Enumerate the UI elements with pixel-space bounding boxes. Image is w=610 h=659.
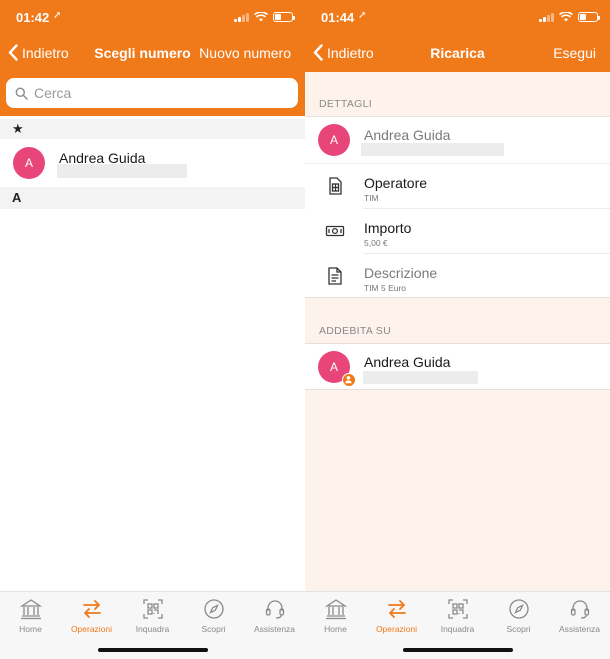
compass-icon bbox=[203, 599, 224, 619]
banknote-icon bbox=[325, 225, 345, 237]
document-icon bbox=[328, 267, 342, 285]
tab-scopri[interactable]: Scopri bbox=[488, 598, 549, 634]
recipient-name: Andrea Guida bbox=[364, 127, 451, 143]
bank-icon bbox=[324, 599, 347, 620]
person-icon bbox=[345, 376, 352, 384]
search-input[interactable] bbox=[34, 85, 264, 101]
chevron-left-icon bbox=[313, 44, 323, 61]
tab-label: Scopri bbox=[506, 624, 531, 634]
back-label: Indietro bbox=[22, 44, 69, 61]
status-indicators bbox=[234, 12, 295, 22]
location-arrow-icon: ➚ bbox=[53, 10, 62, 21]
tab-label: Operazioni bbox=[375, 624, 418, 634]
details-section-label: DETTAGLI bbox=[319, 98, 372, 110]
tab-inquadra[interactable]: Inquadra bbox=[122, 598, 183, 634]
wifi-icon bbox=[254, 12, 268, 22]
headset-icon bbox=[265, 600, 284, 619]
tab-scopri[interactable]: Scopri bbox=[183, 598, 244, 634]
operator-value: TIM bbox=[364, 193, 379, 203]
amount-title: Importo bbox=[364, 220, 412, 236]
back-button[interactable]: Indietro bbox=[8, 44, 69, 61]
tab-operazioni[interactable]: Operazioni bbox=[61, 598, 122, 634]
chevron-left-icon bbox=[8, 44, 18, 61]
nav-bar: Indietro Ricarica Esegui bbox=[305, 36, 610, 72]
redacted-phone-number bbox=[57, 164, 187, 178]
execute-button[interactable]: Esegui bbox=[553, 45, 596, 61]
qr-scan-icon bbox=[447, 599, 468, 619]
compass-icon bbox=[508, 599, 529, 619]
status-time: 01:44 bbox=[321, 10, 355, 25]
person-badge bbox=[342, 373, 356, 387]
tab-label: Operazioni bbox=[70, 624, 113, 634]
amount-value: 5,00 € bbox=[364, 238, 388, 248]
tab-label: Inquadra bbox=[440, 624, 475, 634]
recipient-row[interactable]: A Andrea Guida bbox=[305, 117, 610, 164]
status-bar: 01:42 ➚ bbox=[0, 0, 305, 36]
redacted-phone-number bbox=[361, 143, 504, 156]
transfer-arrows-icon bbox=[82, 600, 101, 618]
contact-picker-screen: 01:42 ➚ Indietro Scegli numero Nuovo num… bbox=[0, 0, 305, 659]
tab-home[interactable]: Home bbox=[0, 598, 61, 634]
search-icon bbox=[15, 87, 28, 100]
new-number-button[interactable]: Nuovo numero bbox=[199, 45, 291, 61]
wifi-icon bbox=[559, 12, 573, 22]
charge-account-list: A Andrea Guida bbox=[305, 343, 610, 390]
battery-icon bbox=[273, 12, 295, 22]
top-up-screen: 01:44 ➚ Indietro Ricarica Esegui DETTAGL… bbox=[305, 0, 610, 659]
search-field[interactable] bbox=[6, 78, 298, 108]
operator-title: Operatore bbox=[364, 175, 428, 191]
operator-row[interactable]: Operatore TIM bbox=[305, 164, 610, 209]
battery-icon bbox=[578, 12, 600, 22]
tab-label: Scopri bbox=[201, 624, 226, 634]
tab-inquadra[interactable]: Inquadra bbox=[427, 598, 488, 634]
tab-label: Assistenza bbox=[253, 624, 296, 634]
favorites-section-header: ★ bbox=[0, 119, 305, 139]
tab-assistenza[interactable]: Assistenza bbox=[244, 598, 305, 634]
description-row[interactable]: Descrizione TIM 5 Euro bbox=[305, 254, 610, 299]
back-label: Indietro bbox=[327, 44, 374, 61]
status-bar: 01:44 ➚ bbox=[305, 0, 610, 36]
headset-icon bbox=[570, 600, 589, 619]
signal-icon bbox=[234, 12, 249, 22]
transfer-arrows-icon bbox=[387, 600, 406, 618]
section-header-a: A bbox=[0, 187, 305, 209]
tab-label: Home bbox=[324, 624, 347, 634]
status-time: 01:42 bbox=[16, 10, 50, 25]
tab-label: Inquadra bbox=[135, 624, 170, 634]
tab-operazioni[interactable]: Operazioni bbox=[366, 598, 427, 634]
payer-row[interactable]: A Andrea Guida bbox=[305, 344, 610, 391]
amount-row[interactable]: Importo 5,00 € bbox=[305, 209, 610, 254]
location-arrow-icon: ➚ bbox=[358, 10, 367, 21]
sim-card-icon bbox=[329, 177, 342, 195]
nav-bar: Indietro Scegli numero Nuovo numero bbox=[0, 36, 305, 72]
avatar: A bbox=[13, 147, 45, 179]
details-list: A Andrea Guida Operatore TIM Importo 5,0… bbox=[305, 116, 610, 298]
tab-label: Home bbox=[19, 624, 42, 634]
contact-row-favorite[interactable]: A Andrea Guida bbox=[0, 139, 305, 187]
qr-scan-icon bbox=[142, 599, 163, 619]
charge-section-label: ADDEBITA SU bbox=[319, 325, 391, 337]
avatar: A bbox=[318, 124, 350, 156]
description-value: TIM 5 Euro bbox=[364, 283, 407, 293]
status-indicators bbox=[539, 12, 600, 22]
description-title: Descrizione bbox=[364, 265, 438, 281]
payer-name: Andrea Guida bbox=[364, 354, 451, 370]
home-indicator bbox=[98, 648, 208, 652]
redacted-account-number bbox=[363, 371, 478, 384]
home-indicator bbox=[403, 648, 513, 652]
tab-assistenza[interactable]: Assistenza bbox=[549, 598, 610, 634]
signal-icon bbox=[539, 12, 554, 22]
back-button[interactable]: Indietro bbox=[313, 44, 374, 61]
bank-icon bbox=[19, 599, 42, 620]
tab-label: Assistenza bbox=[558, 624, 601, 634]
tab-home[interactable]: Home bbox=[305, 598, 366, 634]
search-bar bbox=[0, 72, 305, 116]
